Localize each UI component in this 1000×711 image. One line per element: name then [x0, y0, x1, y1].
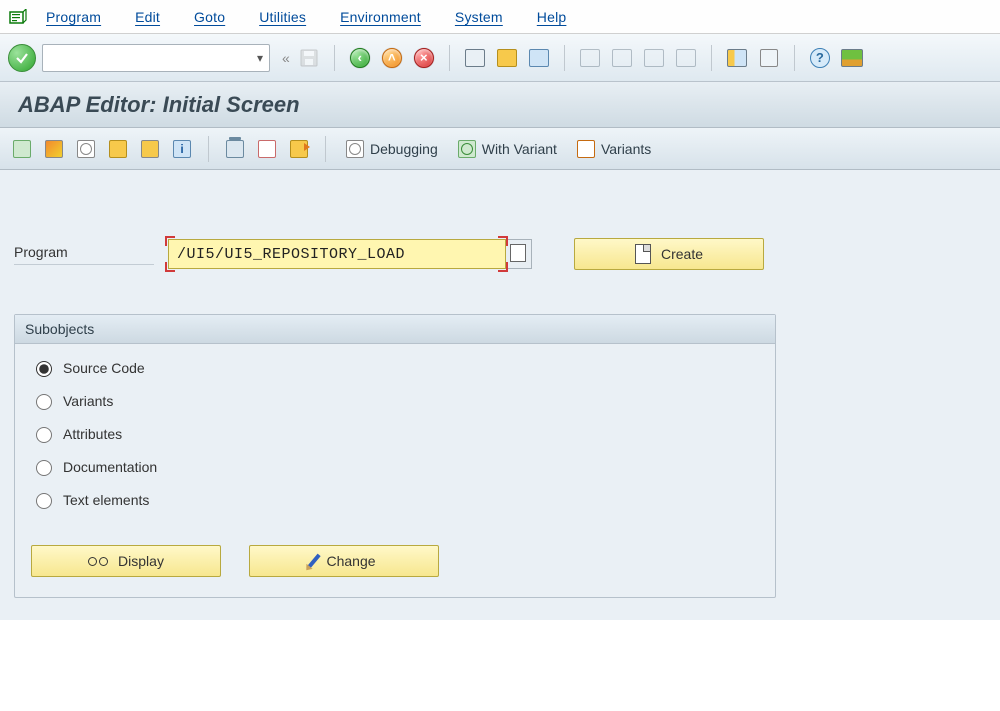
new-session-icon[interactable]	[724, 45, 750, 71]
debugging-button[interactable]: Debugging	[340, 136, 444, 162]
find-next-icon[interactable]	[526, 45, 552, 71]
activate-icon[interactable]	[42, 137, 66, 161]
last-page-icon[interactable]	[673, 45, 699, 71]
menu-environment[interactable]: Environment	[340, 9, 421, 25]
help-icon[interactable]: ?	[807, 45, 833, 71]
print-icon[interactable]	[462, 45, 488, 71]
first-page-icon[interactable]	[577, 45, 603, 71]
radio-source-code[interactable]: Source Code	[31, 358, 759, 377]
copy-icon[interactable]	[255, 137, 279, 161]
with-variant-button[interactable]: With Variant	[452, 136, 563, 162]
command-dropdown-icon[interactable]: ▾	[257, 51, 263, 65]
object-list-icon[interactable]	[138, 137, 162, 161]
program-label: Program	[14, 244, 154, 265]
generate-shortcut-icon[interactable]	[756, 45, 782, 71]
delete-icon[interactable]	[223, 137, 247, 161]
variants-button[interactable]: Variants	[571, 136, 657, 162]
where-used-icon[interactable]	[106, 137, 130, 161]
menu-help[interactable]: Help	[537, 9, 567, 25]
menu-system[interactable]: System	[455, 9, 503, 25]
back-icon[interactable]: ‹	[347, 45, 373, 71]
rename-icon[interactable]	[287, 137, 311, 161]
create-button-label: Create	[661, 246, 703, 262]
application-toolbar: i Debugging With Variant Variants	[0, 128, 1000, 170]
with-variant-label: With Variant	[482, 141, 557, 157]
next-page-icon[interactable]	[641, 45, 667, 71]
display-button[interactable]: Display	[31, 545, 221, 577]
menu-edit[interactable]: Edit	[135, 9, 160, 25]
new-document-icon	[635, 244, 651, 264]
radio-attributes[interactable]: Attributes	[31, 424, 759, 443]
debugging-label: Debugging	[370, 141, 438, 157]
command-field[interactable]: ▾	[42, 44, 270, 72]
radio-documentation-input[interactable]	[36, 460, 52, 476]
radio-variants[interactable]: Variants	[31, 391, 759, 410]
radio-text-elements[interactable]: Text elements	[31, 490, 759, 509]
radio-attributes-label: Attributes	[63, 426, 122, 442]
menu-bar: Program Edit Goto Utilities Environment …	[0, 0, 1000, 34]
execute-icon[interactable]	[74, 137, 98, 161]
save-icon[interactable]	[296, 45, 322, 71]
radio-documentation-label: Documentation	[63, 459, 157, 475]
screen-title-text: ABAP Editor: Initial Screen	[18, 92, 300, 118]
menu-goto[interactable]: Goto	[194, 9, 225, 25]
info-icon[interactable]: i	[170, 137, 194, 161]
program-f4-button[interactable]	[506, 239, 532, 269]
exit-icon[interactable]: ˄	[379, 45, 405, 71]
variants-label: Variants	[601, 141, 651, 157]
check-icon[interactable]	[10, 137, 34, 161]
system-toolbar: ▾ « ‹ ˄ × ?	[0, 34, 1000, 82]
subobjects-group: Subobjects Source Code Variants Attribut…	[14, 314, 776, 598]
radio-variants-input[interactable]	[36, 394, 52, 410]
enter-button-icon[interactable]	[8, 44, 36, 72]
change-button[interactable]: Change	[249, 545, 439, 577]
screen-title: ABAP Editor: Initial Screen	[0, 82, 1000, 128]
find-icon[interactable]	[494, 45, 520, 71]
radio-documentation[interactable]: Documentation	[31, 457, 759, 476]
radio-text-elements-label: Text elements	[63, 492, 149, 508]
display-button-label: Display	[118, 553, 164, 569]
menu-program[interactable]: Program	[46, 9, 101, 25]
pencil-icon	[308, 554, 321, 569]
radio-variants-label: Variants	[63, 393, 113, 409]
menu-utilities[interactable]: Utilities	[259, 9, 306, 25]
radio-source-code-input[interactable]	[36, 361, 52, 377]
glasses-icon	[88, 556, 108, 566]
main-area: Program Create Subobjects Source Code Va…	[0, 170, 1000, 620]
radio-text-elements-input[interactable]	[36, 493, 52, 509]
program-input[interactable]	[168, 239, 506, 269]
create-button[interactable]: Create	[574, 238, 764, 270]
change-button-label: Change	[326, 553, 375, 569]
cancel-icon[interactable]: ×	[411, 45, 437, 71]
radio-source-code-label: Source Code	[63, 360, 145, 376]
subobjects-title: Subobjects	[15, 315, 775, 344]
session-menu-icon[interactable]	[8, 7, 28, 27]
radio-attributes-input[interactable]	[36, 427, 52, 443]
prev-page-icon[interactable]	[609, 45, 635, 71]
layout-menu-icon[interactable]	[839, 45, 865, 71]
